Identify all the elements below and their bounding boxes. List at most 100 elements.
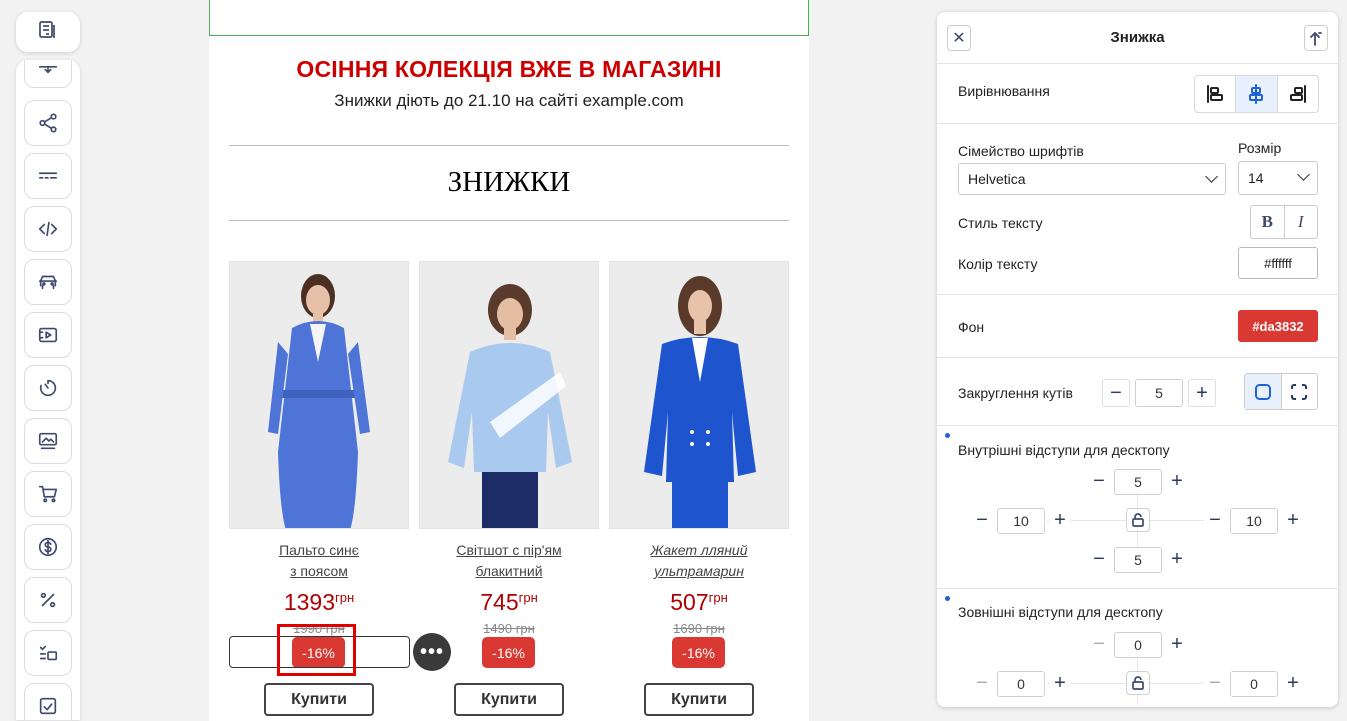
email-headline[interactable]: ОСІННЯ КОЛЕКЦІЯ ВЖЕ В МАГАЗИНІ [209,56,809,83]
menu-lines-icon [38,172,58,179]
corner-radius-label: Закруглення кутів [958,385,1073,401]
align-center-button[interactable] [1236,76,1278,112]
tool-video[interactable] [24,312,72,358]
highlight-box [277,624,356,676]
panel-title: Знижка [1110,29,1165,46]
product-old-price[interactable]: 1690 грн [609,621,789,636]
padding-right-input[interactable]: 10 [1230,508,1278,534]
product-card: Жакет лляний ультрамарин 507грн 1690 грн … [609,261,789,721]
tool-divider[interactable] [24,60,72,88]
dollar-icon [38,537,58,557]
timer-icon [39,379,57,397]
padding-left-decrease[interactable]: − [971,509,993,531]
product-photo[interactable] [609,261,789,529]
padding-bottom-input[interactable]: 5 [1114,547,1162,573]
tool-html[interactable] [24,206,72,252]
text-color-field[interactable]: #ffffff [1238,247,1318,279]
selected-block-outline[interactable] [209,0,809,36]
product-name[interactable]: Світшот с пір'ям блакитний [419,540,599,582]
tool-share[interactable] [24,100,72,146]
car-icon [38,275,58,290]
modified-indicator [945,596,950,601]
product-name[interactable]: Пальто синє з поясом [229,540,409,582]
padding-left-input[interactable]: 10 [997,508,1045,534]
buy-button[interactable]: Купити [454,683,564,716]
margin-right-input[interactable]: 0 [1230,671,1278,697]
tool-price[interactable] [24,524,72,570]
align-left-icon [1207,85,1224,103]
layout-icon [38,20,58,45]
padding-top-input[interactable]: 5 [1114,469,1162,495]
email-subline[interactable]: Знижки діють до 21.10 на сайті example.c… [209,91,809,111]
size-label: Розмір [1238,140,1282,156]
background-color-field[interactable]: #da3832 [1238,310,1318,342]
padding-label: Внутрішні відступи для десктопу [958,442,1170,458]
bold-button[interactable]: B [1251,206,1285,238]
tool-cart[interactable] [24,471,72,517]
font-size-select[interactable]: 14 [1238,161,1318,195]
tool-checklist[interactable] [24,630,72,676]
product-old-price[interactable]: 1490 грн [419,621,599,636]
corner-radius-input[interactable]: 5 [1135,379,1183,407]
padding-right-increase[interactable]: + [1282,509,1304,531]
tool-transport[interactable] [24,259,72,305]
text-color-label: Колір тексту [958,256,1038,272]
lock-open-icon [1132,676,1144,690]
tool-spacer[interactable] [24,153,72,199]
margin-left-decrease[interactable]: − [971,672,993,694]
arrow-up-icon [1310,31,1322,46]
padding-lock-button[interactable] [1126,508,1150,532]
tool-timer[interactable] [24,365,72,411]
product-photo[interactable] [419,261,599,529]
margin-label: Зовнішні відступи для десктопу [958,604,1163,620]
margin-lock-button[interactable] [1126,671,1150,695]
corner-decrease-button[interactable]: − [1102,379,1130,407]
modified-indicator [945,433,950,438]
text-style-control: B I [1250,205,1318,239]
margin-left-increase[interactable]: + [1049,672,1071,694]
image-text-icon [38,432,58,450]
chevron-down-icon [1205,170,1218,183]
margin-right-increase[interactable]: + [1282,672,1304,694]
settings-panel: ✕ Знижка Вирівнювання Сімейство шрифтів … [937,12,1338,707]
padding-bottom-decrease[interactable]: − [1088,548,1110,570]
code-icon [38,221,58,237]
video-icon [38,327,58,343]
layout-button[interactable] [16,12,80,52]
align-left-button[interactable] [1195,76,1237,112]
discount-badge[interactable]: -16% [482,637,535,668]
italic-button[interactable]: I [1285,206,1318,238]
product-photo[interactable] [229,261,409,529]
corner-individual-button[interactable] [1282,374,1318,409]
margin-top-input[interactable]: 0 [1114,632,1162,658]
buy-button[interactable]: Купити [264,683,374,716]
product-price[interactable]: 1393грн [229,589,409,616]
section-title[interactable]: ЗНИЖКИ [209,166,809,199]
corner-all-button[interactable] [1245,374,1282,409]
collapse-button[interactable] [1304,25,1328,51]
tool-edit[interactable] [24,683,72,720]
padding-bottom-increase[interactable]: + [1166,548,1188,570]
padding-left-increase[interactable]: + [1049,509,1071,531]
blocks-toolbar [16,60,80,720]
margin-top-increase[interactable]: + [1166,633,1188,655]
product-price[interactable]: 745грн [419,589,599,616]
margin-right-decrease[interactable]: − [1204,672,1226,694]
margin-top-decrease[interactable]: − [1088,633,1110,655]
divider [229,145,789,146]
margin-left-input[interactable]: 0 [997,671,1045,697]
discount-badge[interactable]: -16% [672,637,725,668]
padding-top-decrease[interactable]: − [1088,470,1110,492]
tool-discount[interactable] [24,577,72,623]
product-name[interactable]: Жакет лляний ультрамарин [609,540,789,582]
buy-button[interactable]: Купити [644,683,754,716]
tool-image-text[interactable] [24,418,72,464]
corner-increase-button[interactable]: + [1188,379,1216,407]
more-options-button[interactable]: ••• [413,633,451,671]
padding-right-decrease[interactable]: − [1204,509,1226,531]
font-family-select[interactable]: Helvetica [958,163,1226,195]
padding-top-increase[interactable]: + [1166,470,1188,492]
product-price[interactable]: 507грн [609,589,789,616]
align-right-button[interactable] [1278,76,1318,112]
lock-open-icon [1132,513,1144,527]
